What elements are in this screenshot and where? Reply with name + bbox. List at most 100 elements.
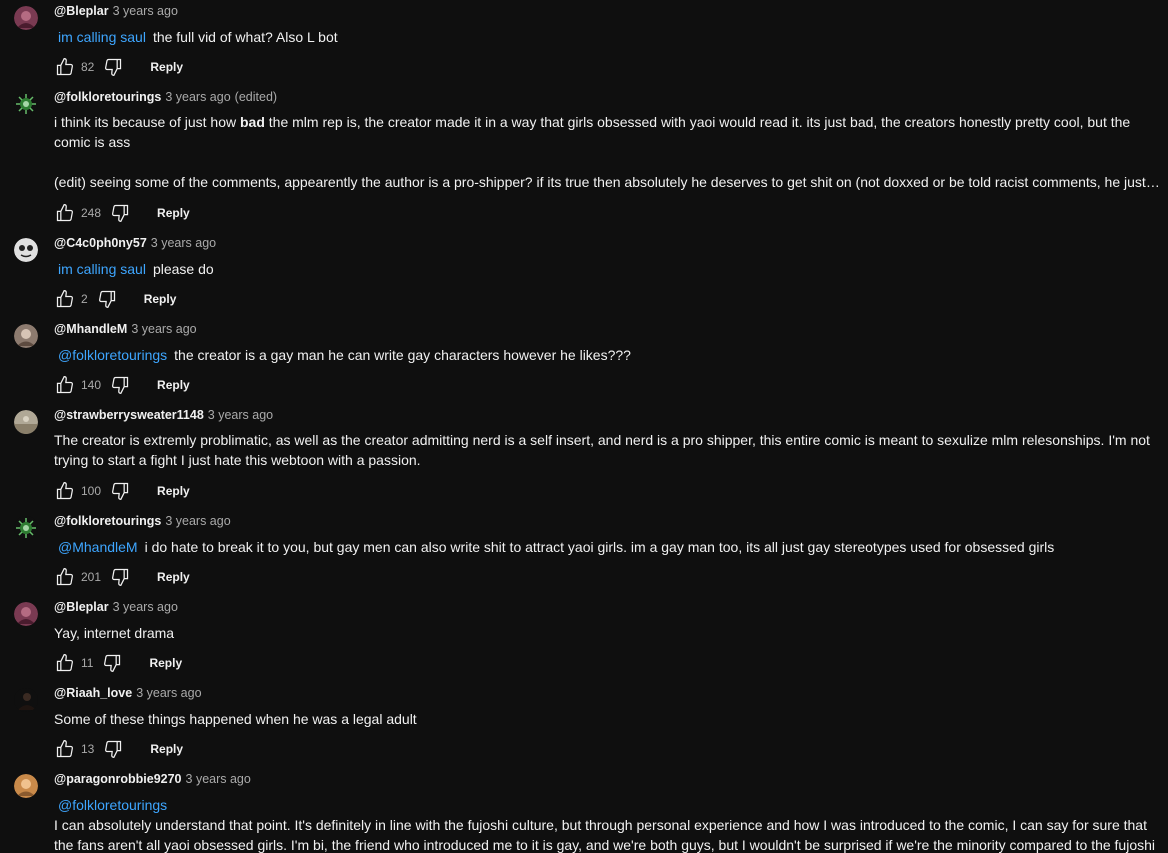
author-handle[interactable]: @folkloretourings	[54, 514, 161, 528]
author-handle[interactable]: @strawberrysweater1148	[54, 408, 204, 422]
reply-button[interactable]: Reply	[144, 292, 177, 306]
comment-text: @folkloretourings I can absolutely under…	[54, 795, 1160, 853]
comment: @folkloretourings 3 years ago (edited) i t…	[0, 90, 1168, 232]
comment-bold-text: bad	[240, 114, 265, 130]
comment-text: i think its because of just how bad the …	[54, 112, 1160, 192]
comment-header: @folkloretourings 3 years ago (edited)	[54, 88, 1160, 106]
comment: @folkloretourings 3 years ago @MhandleM i …	[0, 514, 1168, 596]
thumbs-down-icon[interactable]	[96, 288, 118, 310]
comment-actions: 82 Reply	[54, 55, 183, 79]
timestamp[interactable]: 3 years ago	[131, 322, 196, 336]
like-count: 140	[81, 378, 102, 392]
comment-actions: 11 Reply	[54, 651, 182, 675]
paragonrobbie-avatar[interactable]	[14, 774, 38, 798]
strawberrysweater-avatar[interactable]	[14, 410, 38, 434]
comment-body: @folkloretourings 3 years ago @MhandleM i …	[54, 514, 1160, 586]
comment-body: @C4c0ph0ny57 3 years ago im calling saul p…	[54, 236, 1160, 308]
comment-text: @folkloretourings the creator is a gay ma…	[54, 345, 1160, 365]
thumbs-down-icon[interactable]	[109, 480, 131, 502]
comment-text: Some of these things happened when he wa…	[54, 709, 1160, 729]
thumbs-down-icon[interactable]	[109, 566, 131, 588]
comment-body: @Bleplar 3 years ago im calling saul the f…	[54, 4, 1160, 76]
author-handle[interactable]: @Riaah_love	[54, 686, 132, 700]
mention-link[interactable]: im calling saul	[58, 29, 146, 45]
c4c0ph0ny57-avatar[interactable]	[14, 238, 38, 262]
thumbs-up-icon[interactable]	[54, 374, 76, 396]
comment-body: @paragonrobbie9270 3 years ago @folkloret…	[54, 772, 1160, 853]
timestamp[interactable]: 3 years ago	[113, 4, 178, 18]
like-count: 100	[81, 484, 102, 498]
comment-header: @MhandleM 3 years ago	[54, 320, 1160, 338]
thumbs-up-icon[interactable]	[54, 652, 76, 674]
comment-text: The creator is extremly problimatic, as …	[54, 430, 1160, 470]
comment: @strawberrysweater1148 3 years ago The cr…	[0, 408, 1168, 510]
comment-text: im calling saul the full vid of what? Als…	[54, 27, 1160, 47]
mention-link[interactable]: @folkloretourings	[58, 347, 167, 363]
timestamp[interactable]: 3 years ago	[136, 686, 201, 700]
like-count: 248	[81, 206, 102, 220]
comment-body: @Bleplar 3 years ago Yay, internet drama …	[54, 600, 1160, 672]
edited-label: (edited)	[234, 90, 278, 104]
author-handle[interactable]: @paragonrobbie9270	[54, 772, 182, 786]
author-handle[interactable]: @MhandleM	[54, 322, 127, 336]
thumbs-up-icon[interactable]	[54, 288, 76, 310]
author-handle[interactable]: @Bleplar	[54, 600, 109, 614]
comment-body: @MhandleM 3 years ago @folkloretourings th…	[54, 322, 1160, 394]
thumbs-down-icon[interactable]	[109, 202, 131, 224]
folkloretourings-avatar[interactable]	[14, 92, 38, 116]
mention-link[interactable]: @MhandleM	[58, 539, 138, 555]
reply-button[interactable]: Reply	[157, 378, 190, 392]
comment-text: Yay, internet drama	[54, 623, 1160, 643]
comment-body: @Riaah_love 3 years ago Some of these thi…	[54, 686, 1160, 758]
comment-content: the full vid of what? Also L bot	[152, 29, 338, 45]
comment-content: (edit) seeing some of the comments, appe…	[54, 174, 1160, 190]
author-handle[interactable]: @C4c0ph0ny57	[54, 236, 147, 250]
bleplar-avatar[interactable]	[14, 6, 38, 30]
timestamp[interactable]: 3 years ago	[165, 514, 230, 528]
reply-button[interactable]: Reply	[149, 656, 182, 670]
thumbs-down-icon[interactable]	[101, 652, 123, 674]
comment-actions: 248 Reply	[54, 201, 190, 225]
reply-button[interactable]: Reply	[157, 206, 190, 220]
thumbs-down-icon[interactable]	[102, 56, 124, 78]
comment: @MhandleM 3 years ago @folkloretourings th…	[0, 322, 1168, 404]
thumbs-up-icon[interactable]	[54, 480, 76, 502]
thumbs-up-icon[interactable]	[54, 56, 76, 78]
thumbs-down-icon[interactable]	[109, 374, 131, 396]
like-count: 201	[81, 570, 102, 584]
author-handle[interactable]: @Bleplar	[54, 4, 109, 18]
mention-link[interactable]: @folkloretourings	[58, 797, 167, 813]
comment-actions: 201 Reply	[54, 565, 190, 589]
timestamp[interactable]: 3 years ago	[208, 408, 273, 422]
like-count: 2	[81, 292, 88, 306]
timestamp[interactable]: 3 years ago	[165, 90, 230, 104]
comment-actions: 140 Reply	[54, 373, 190, 397]
comment-content: Some of these things happened when he wa…	[54, 711, 417, 727]
thumbs-down-icon[interactable]	[102, 738, 124, 760]
comment: @paragonrobbie9270 3 years ago @folkloret…	[0, 772, 1168, 853]
thumbs-up-icon[interactable]	[54, 566, 76, 588]
comment-content: The creator is extremly problimatic, as …	[54, 432, 1150, 468]
comment-content: i do hate to break it to you, but gay me…	[144, 539, 1055, 555]
bleplar-avatar[interactable]	[14, 602, 38, 626]
mention-link[interactable]: im calling saul	[58, 261, 146, 277]
folkloretourings-avatar[interactable]	[14, 516, 38, 540]
comment-header: @Riaah_love 3 years ago	[54, 684, 1160, 702]
riaah-avatar[interactable]	[14, 688, 38, 712]
reply-button[interactable]: Reply	[150, 742, 183, 756]
reply-button[interactable]: Reply	[157, 570, 190, 584]
author-handle[interactable]: @folkloretourings	[54, 90, 161, 104]
comment-content: please do	[152, 261, 214, 277]
mhandlem-avatar[interactable]	[14, 324, 38, 348]
comment-header: @paragonrobbie9270 3 years ago	[54, 770, 1160, 788]
timestamp[interactable]: 3 years ago	[113, 600, 178, 614]
thumbs-up-icon[interactable]	[54, 738, 76, 760]
timestamp[interactable]: 3 years ago	[186, 772, 251, 786]
comment-header: @C4c0ph0ny57 3 years ago	[54, 234, 1160, 252]
thumbs-up-icon[interactable]	[54, 202, 76, 224]
comment-actions: 13 Reply	[54, 737, 183, 761]
reply-button[interactable]: Reply	[150, 60, 183, 74]
timestamp[interactable]: 3 years ago	[151, 236, 216, 250]
reply-button[interactable]: Reply	[157, 484, 190, 498]
comment: @Bleplar 3 years ago Yay, internet drama …	[0, 600, 1168, 682]
